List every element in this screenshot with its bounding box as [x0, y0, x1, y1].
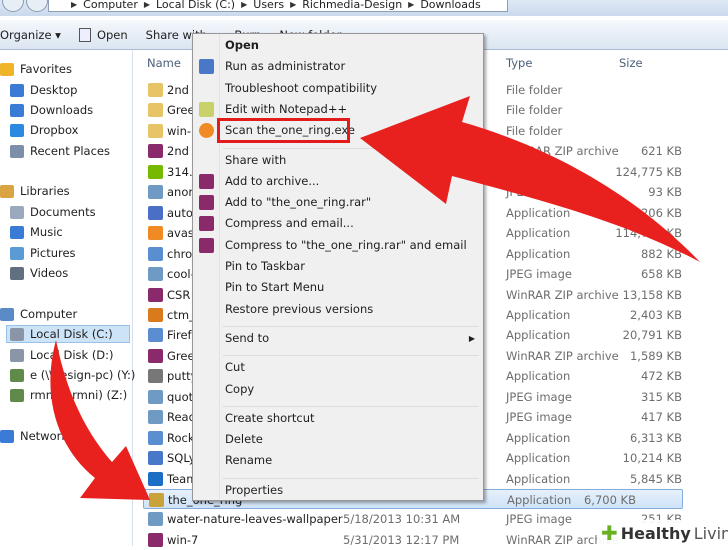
watermark-logo: ✚ HealthyLiving	[597, 520, 728, 546]
brand-bold: Healthy	[620, 523, 691, 543]
arrow-to-file	[50, 340, 150, 500]
arrow-to-scan	[360, 96, 700, 262]
plus-logo-icon: ✚	[601, 521, 618, 545]
brand-light: Living	[693, 523, 728, 543]
annotation-arrows	[50, 96, 700, 500]
